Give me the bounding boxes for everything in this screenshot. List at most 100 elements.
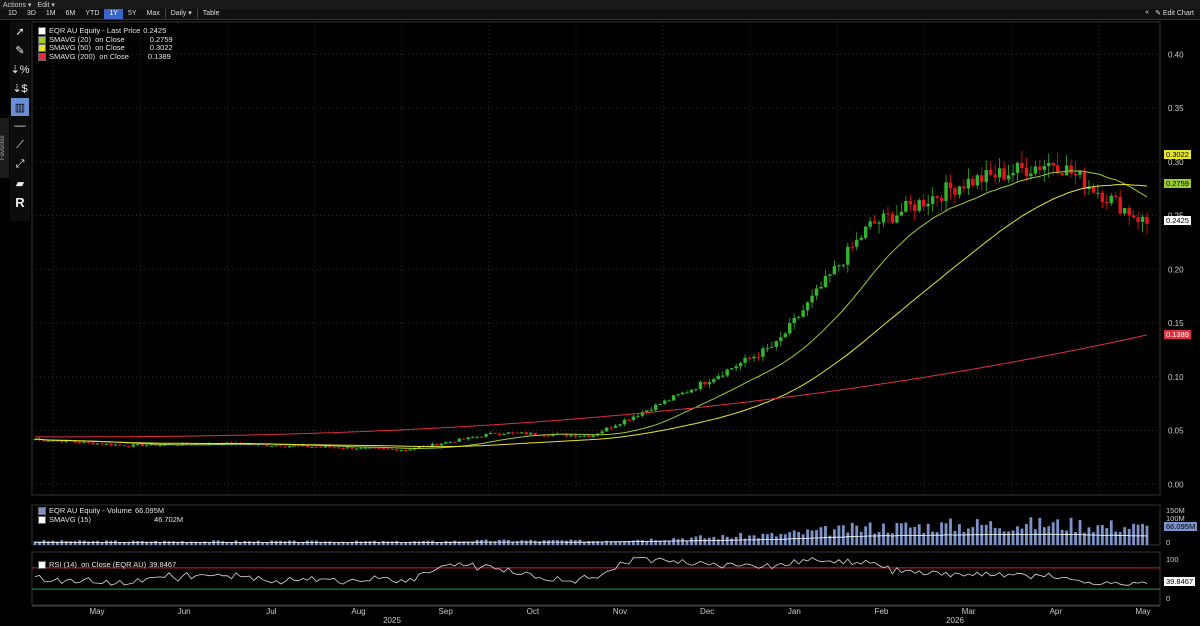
candle (69, 440, 73, 442)
candle (122, 445, 127, 447)
candle (564, 433, 569, 437)
candle (131, 444, 135, 447)
candle (229, 442, 234, 445)
volume-bar (766, 534, 769, 545)
candle (395, 449, 399, 451)
volume-panel-frame (31, 504, 1161, 546)
rsi-swatch (38, 561, 46, 570)
candle (752, 356, 756, 359)
candle (252, 444, 256, 446)
collapse-icon[interactable]: « (1145, 9, 1149, 17)
rsi-line (34, 557, 1148, 586)
line-icon[interactable]: — (11, 117, 29, 135)
candle (417, 446, 421, 449)
volume-bar (962, 531, 966, 545)
volume-bar (373, 540, 376, 545)
volume-bar (243, 541, 247, 545)
volume-bar (261, 542, 265, 545)
sma200-swatch (38, 53, 46, 62)
volume-bar (1136, 524, 1140, 545)
pencil-icon[interactable]: ✎ (11, 41, 29, 59)
volume-bar (667, 540, 671, 545)
candle (1069, 165, 1073, 174)
period-5y[interactable]: 5Y (123, 9, 142, 19)
bar-icon[interactable]: ▥ (11, 98, 29, 116)
actions-menu[interactable]: Actions ▾ (3, 1, 31, 9)
period-6m[interactable]: 6M (61, 9, 81, 19)
edit-chart-button[interactable]: ✎ Edit Chart (1155, 9, 1194, 17)
candle (1055, 165, 1060, 174)
volume-bar (819, 527, 823, 545)
period-3d[interactable]: 3D (22, 9, 41, 19)
candle (73, 441, 77, 443)
volume-bar (431, 540, 434, 545)
candle (542, 435, 546, 437)
volume-bar (940, 522, 943, 545)
candle (502, 433, 506, 435)
volume-bar (908, 527, 912, 545)
volume-bar (122, 541, 126, 545)
volume-bar (158, 542, 162, 545)
volume-bar (770, 533, 774, 545)
edit-menu[interactable]: Edit ▾ (37, 1, 55, 9)
volume-bar (632, 540, 635, 545)
frequency-dropdown[interactable]: Daily ▾ (164, 9, 197, 19)
candle (319, 446, 323, 448)
candle (654, 404, 658, 411)
channel-icon[interactable]: ▰ (11, 174, 29, 192)
volume-bar (453, 540, 457, 545)
trend-icon[interactable]: ⟋ (11, 136, 29, 154)
candle (743, 357, 747, 363)
candle (1033, 166, 1038, 174)
candle (729, 368, 734, 370)
period-ytd[interactable]: YTD (80, 9, 104, 19)
period-1m[interactable]: 1M (41, 9, 61, 19)
candle (877, 222, 881, 224)
candle (144, 445, 149, 447)
volume-bar (127, 541, 131, 545)
volume-bar (390, 541, 394, 545)
trend-alt-icon[interactable]: ⤢ (11, 155, 29, 173)
candle (153, 443, 158, 446)
volume-bar (855, 525, 859, 545)
volume-bar (444, 540, 448, 545)
volume-bar (676, 539, 680, 545)
candle (1118, 196, 1122, 214)
volume-bar (627, 541, 631, 545)
volume-bar (703, 538, 707, 545)
volume-bar (984, 524, 988, 545)
price-tick-label: 0.10 (1168, 373, 1184, 382)
volume-bar (975, 519, 979, 545)
volume-bar (556, 540, 559, 545)
period-1y[interactable]: 1Y (104, 9, 123, 19)
price-chart[interactable]: 0.000.050.100.150.200.250.300.350.40MayJ… (0, 0, 1200, 626)
candle (386, 448, 390, 450)
arrow-icon[interactable]: ➚ (11, 22, 29, 40)
dollar-zoom-icon[interactable]: ⇣$ (11, 79, 29, 97)
candle (899, 211, 904, 216)
period-max[interactable]: Max (142, 9, 165, 19)
volume-bar (685, 540, 689, 545)
volume-bar (33, 541, 37, 545)
price-legend: EQR AU Equity - Last Price 0.2425 SMAVG (… (38, 26, 173, 62)
volume-bar (489, 541, 492, 545)
candle (421, 445, 426, 447)
r-icon[interactable]: R (11, 193, 29, 211)
period-1d[interactable]: 1D (3, 9, 22, 19)
favorites-tab[interactable]: Favorites (0, 118, 9, 178)
volume-bar (297, 542, 300, 545)
volume-legend: EQR AU Equity - Volume 66.095M SMAVG (15)… (38, 506, 183, 524)
last-price-tag: 0.2425 (1164, 216, 1191, 225)
volume-bar (739, 533, 743, 545)
volume-bar (1074, 531, 1077, 545)
candle (609, 427, 613, 429)
candle (511, 432, 515, 434)
candle (837, 265, 841, 267)
candle (671, 395, 676, 401)
volume-bar (931, 531, 935, 545)
table-button[interactable]: Table (196, 9, 225, 19)
volume-bar (654, 540, 658, 545)
x-month-label: Nov (613, 607, 627, 616)
candle (149, 443, 153, 446)
percent-zoom-icon[interactable]: ⇣% (11, 60, 30, 78)
